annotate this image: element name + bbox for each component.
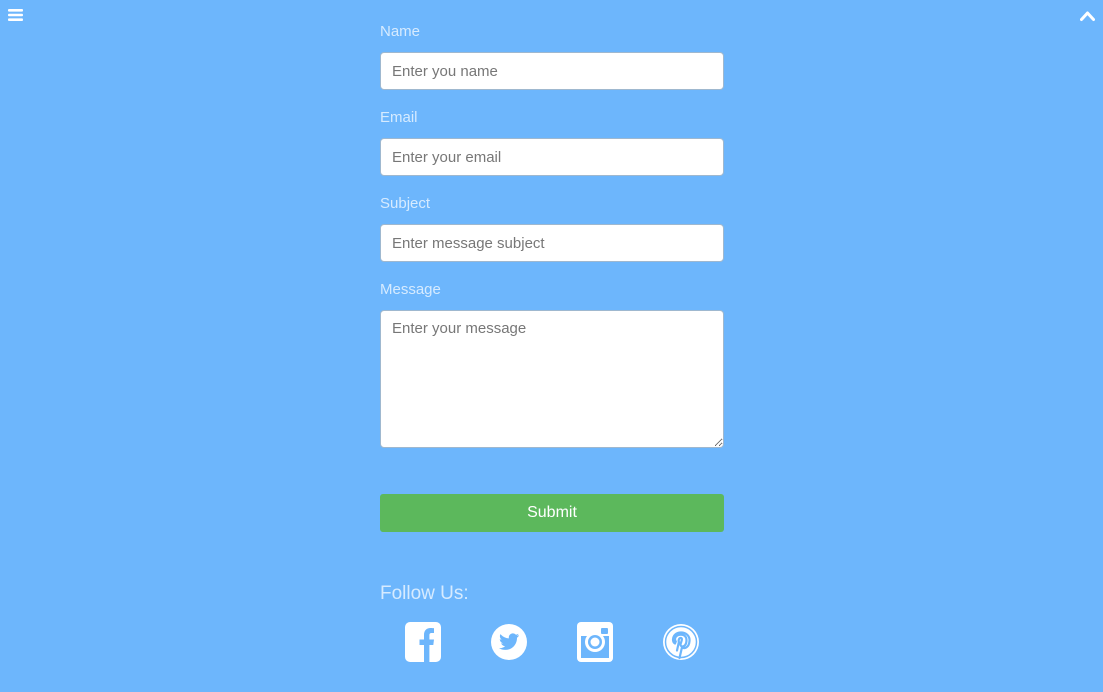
chevron-up-icon[interactable] [1080, 9, 1095, 21]
instagram-icon[interactable] [577, 622, 613, 662]
name-input[interactable] [380, 52, 724, 90]
contact-form: Name Email Subject Message Submit Follow… [380, 22, 724, 662]
facebook-icon[interactable] [405, 622, 441, 662]
email-label: Email [380, 109, 418, 126]
twitter-icon[interactable] [491, 622, 527, 662]
message-textarea[interactable] [380, 310, 724, 448]
submit-button[interactable]: Submit [380, 494, 724, 532]
name-label: Name [380, 23, 421, 40]
hamburger-menu-icon[interactable] [8, 8, 23, 22]
pinterest-icon[interactable] [663, 622, 699, 662]
subject-input[interactable] [380, 224, 724, 262]
email-input[interactable] [380, 138, 724, 176]
message-label: Message [380, 281, 441, 298]
subject-label: Subject [380, 195, 431, 212]
social-icons [380, 622, 724, 662]
follow-us-heading: Follow Us: [380, 583, 469, 604]
